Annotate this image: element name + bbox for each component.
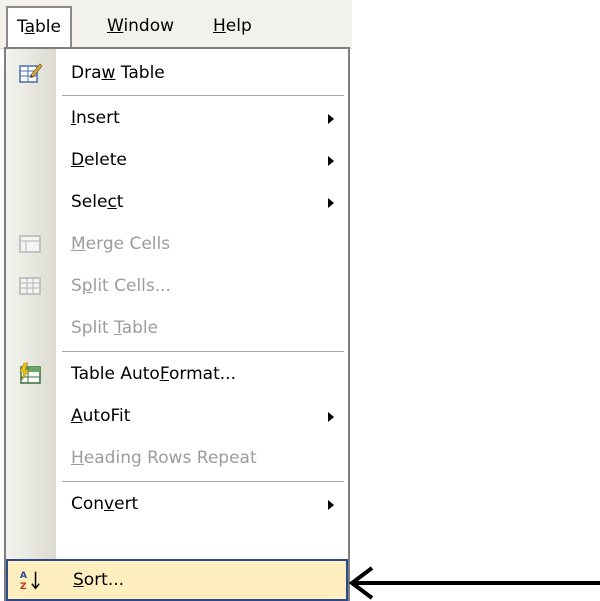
table-autoformat-icon	[19, 362, 41, 384]
menu-item-label: Convert	[71, 494, 139, 514]
menu-item-sort[interactable]: A Z Sort...	[6, 559, 348, 601]
menu-item-label: Delete	[71, 150, 127, 170]
menu-item-label: Draw Table	[71, 63, 165, 83]
menu-table-text-rest: ble	[35, 17, 61, 37]
menu-item-merge-cells[interactable]: Merge Cells	[6, 223, 348, 265]
menu-item-table-autoformat[interactable]: Table AutoFormat...	[6, 353, 348, 395]
submenu-arrow-icon	[328, 500, 334, 510]
menu-help-text-rest: elp	[225, 16, 252, 36]
menu-separator	[62, 95, 344, 96]
menu-item-heading-rows-repeat[interactable]: Heading Rows Repeat	[6, 437, 348, 479]
table-dropdown-menu: Draw Table Insert Delete Select Merge Ce…	[4, 47, 350, 601]
merge-cells-icon	[19, 235, 41, 253]
menu-item-delete[interactable]: Delete	[6, 139, 348, 181]
menu-bar: Table Window Help	[0, 0, 352, 49]
submenu-arrow-icon	[328, 198, 334, 208]
menu-item-select[interactable]: Select	[6, 181, 348, 223]
menu-help-mnemonic: H	[213, 16, 226, 36]
menu-item-label: Split Cells...	[71, 276, 171, 296]
menu-table[interactable]: Table	[6, 6, 72, 48]
menu-item-convert[interactable]: Convert	[6, 483, 348, 525]
submenu-arrow-icon	[328, 156, 334, 166]
menu-item-split-cells[interactable]: Split Cells...	[6, 265, 348, 307]
menu-help[interactable]: Help	[204, 6, 261, 46]
sort-az-icon: A Z	[20, 570, 40, 592]
svg-text:A: A	[20, 570, 28, 581]
menu-item-label: Merge Cells	[71, 234, 171, 254]
menu-table-mnemonic: a	[24, 17, 35, 37]
menu-item-label: Select	[71, 192, 124, 212]
menu-window-mnemonic: W	[107, 16, 124, 36]
split-cells-icon	[19, 277, 41, 295]
submenu-arrow-icon	[328, 412, 334, 422]
draw-table-icon	[19, 63, 42, 83]
menu-item-label: Insert	[71, 108, 120, 128]
menu-separator	[62, 481, 344, 482]
menu-item-label: Table AutoFormat...	[71, 364, 236, 384]
menu-separator	[62, 351, 344, 352]
svg-text:Z: Z	[20, 581, 27, 592]
pointer-arrow-icon	[348, 566, 600, 600]
menu-item-draw-table[interactable]: Draw Table	[6, 52, 348, 94]
menu-item-split-table[interactable]: Split Table	[6, 307, 348, 349]
menu-item-label: Sort...	[73, 570, 125, 590]
submenu-arrow-icon	[328, 114, 334, 124]
menu-table-text: T	[17, 17, 25, 37]
menu-window-text-rest: indow	[123, 16, 175, 36]
menu-item-label: Split Table	[71, 318, 159, 338]
menu-item-insert[interactable]: Insert	[6, 97, 348, 139]
menu-item-autofit[interactable]: AutoFit	[6, 395, 348, 437]
menu-item-label: AutoFit	[71, 406, 131, 426]
menu-window[interactable]: Window	[98, 6, 183, 46]
menu-item-label: Heading Rows Repeat	[71, 448, 257, 468]
